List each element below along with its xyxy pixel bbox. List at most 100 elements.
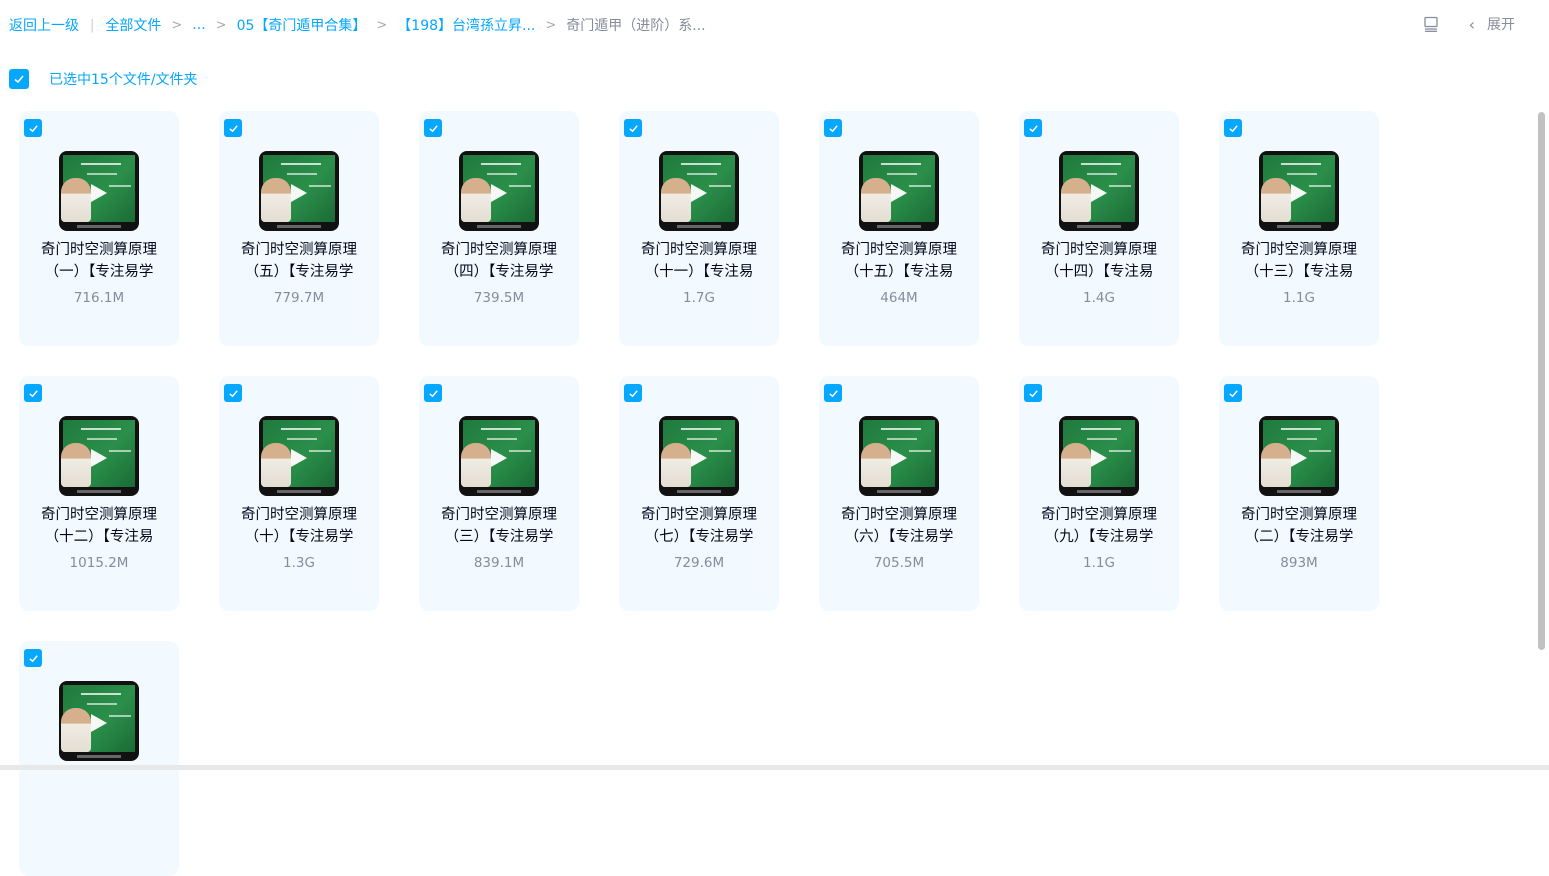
select-all-checkbox[interactable] [9, 69, 29, 89]
file-name[interactable]: 奇门时空测算原理（十五）【专注易 [819, 239, 979, 283]
file-name[interactable]: 奇门时空测算原理（十三）【专注易 [1219, 239, 1379, 283]
video-thumbnail[interactable] [1059, 151, 1139, 231]
file-name-line-1: 奇门时空测算原理 [1019, 504, 1179, 526]
file-card[interactable]: 奇门时空测算原理（七）【专注易学729.6M [619, 376, 779, 611]
checkmark-icon [628, 123, 639, 134]
file-size: 839.1M [419, 555, 579, 571]
file-card[interactable]: 奇门时空测算原理（十二）【专注易 1015.2M [19, 376, 179, 611]
file-size: 705.5M [819, 555, 979, 571]
breadcrumb-separator-icon: > [376, 18, 387, 33]
file-name[interactable]: 奇门时空测算原理（七）【专注易学 [619, 504, 779, 548]
file-checkbox[interactable] [24, 119, 42, 137]
file-checkbox[interactable] [424, 384, 442, 402]
file-card[interactable]: 奇门时空测算原理（十四）【专注易1.4G [1019, 111, 1179, 346]
caption-bar [277, 225, 321, 228]
video-thumbnail[interactable] [459, 416, 539, 496]
file-checkbox[interactable] [1224, 119, 1242, 137]
lecturer-figure [461, 443, 491, 487]
expand-button[interactable]: 展开 [1487, 14, 1515, 34]
chalk-stroke [487, 173, 517, 175]
breadcrumb-level-1[interactable]: 05【奇门遁甲合集】 [237, 15, 367, 35]
file-name-line-1: 奇门时空测算原理 [1219, 504, 1379, 526]
play-icon [491, 184, 507, 202]
file-name[interactable]: 奇门时空测算原理（四）【专注易学 [419, 239, 579, 283]
file-checkbox[interactable] [1024, 119, 1042, 137]
play-icon [91, 714, 107, 732]
breadcrumb-all-files[interactable]: 全部文件 [105, 15, 161, 35]
video-thumbnail[interactable] [1259, 151, 1339, 231]
file-checkbox[interactable] [624, 384, 642, 402]
video-thumbnail[interactable] [59, 416, 139, 496]
play-icon [1291, 184, 1307, 202]
file-name[interactable] [19, 769, 179, 813]
file-checkbox[interactable] [224, 119, 242, 137]
file-name-line-2: （七）【专注易学 [619, 526, 779, 548]
file-card[interactable]: 奇门时空测算原理（十一）【专注易1.7G [619, 111, 779, 346]
chevron-left-icon[interactable]: ‹ [1469, 15, 1475, 34]
file-card[interactable]: 奇门时空测算原理（十五）【专注易464M [819, 111, 979, 346]
video-thumbnail[interactable] [1059, 416, 1139, 496]
file-checkbox[interactable] [824, 384, 842, 402]
checkmark-icon [228, 388, 239, 399]
file-card[interactable]: 奇门时空测算原理（十三）【专注易1.1G [1219, 111, 1379, 346]
file-name[interactable]: 奇门时空测算原理（九）【专注易学 [1019, 504, 1179, 548]
chalk-stroke [81, 428, 121, 430]
file-checkbox[interactable] [24, 649, 42, 667]
caption-bar [1277, 225, 1321, 228]
file-name[interactable]: 奇门时空测算原理（六）【专注易学 [819, 504, 979, 548]
file-name-line-1: 奇门时空测算原理 [619, 239, 779, 261]
video-thumbnail[interactable] [859, 151, 939, 231]
file-checkbox[interactable] [1024, 384, 1042, 402]
horizontal-scrollbar[interactable] [0, 765, 1549, 770]
file-card[interactable]: 奇门时空测算原理（二）【专注易学893M [1219, 376, 1379, 611]
list-view-icon[interactable] [1423, 16, 1439, 32]
file-card[interactable]: 奇门时空测算原理（十）【专注易学1.3G [219, 376, 379, 611]
file-name[interactable]: 奇门时空测算原理（三）【专注易学 [419, 504, 579, 548]
file-name[interactable]: 奇门时空测算原理（十一）【专注易 [619, 239, 779, 283]
file-card[interactable]: 奇门时空测算原理（六）【专注易学 705.5M [819, 376, 979, 611]
video-thumbnail[interactable] [59, 681, 139, 761]
file-size: 1015.2M [19, 555, 179, 571]
breadcrumb: 返回上一级 | 全部文件 > ... > 05【奇门遁甲合集】 > 【198】台… [9, 15, 706, 35]
file-name-line-1: 奇门时空测算原理 [1019, 239, 1179, 261]
file-name[interactable]: 奇门时空测算原理（一）【专注易学 [19, 239, 179, 283]
chalk-stroke [109, 185, 131, 187]
caption-bar [877, 490, 921, 493]
checkmark-icon [828, 388, 839, 399]
file-checkbox[interactable] [824, 119, 842, 137]
lecturer-figure [261, 443, 291, 487]
file-name-line-2: （三）【专注易学 [419, 526, 579, 548]
breadcrumb-ellipsis[interactable]: ... [192, 17, 205, 33]
file-name[interactable]: 奇门时空测算原理（十）【专注易学 [219, 504, 379, 548]
file-name[interactable]: 奇门时空测算原理（二）【专注易学 [1219, 504, 1379, 548]
file-name-line-1: 奇门时空测算原理 [219, 239, 379, 261]
file-checkbox[interactable] [424, 119, 442, 137]
file-name[interactable]: 奇门时空测算原理（十二）【专注易 [19, 504, 179, 548]
file-card[interactable]: 奇门时空测算原理（三）【专注易学 839.1M [419, 376, 579, 611]
video-thumbnail[interactable] [1259, 416, 1339, 496]
file-card[interactable]: 奇门时空测算原理（九）【专注易学1.1G [1019, 376, 1179, 611]
chalk-stroke [287, 438, 317, 440]
back-link[interactable]: 返回上一级 [9, 15, 79, 35]
file-checkbox[interactable] [24, 384, 42, 402]
video-thumbnail[interactable] [859, 416, 939, 496]
file-name[interactable]: 奇门时空测算原理（五）【专注易学 [219, 239, 379, 283]
file-card[interactable]: 奇门时空测算原理（一）【专注易学716.1M [19, 111, 179, 346]
video-thumbnail[interactable] [259, 416, 339, 496]
file-card[interactable] [19, 641, 179, 876]
video-thumbnail[interactable] [659, 416, 739, 496]
file-checkbox[interactable] [224, 384, 242, 402]
video-thumbnail[interactable] [259, 151, 339, 231]
file-checkbox[interactable] [624, 119, 642, 137]
breadcrumb-level-2[interactable]: 【198】台湾孫立昇... [397, 15, 535, 35]
video-thumbnail[interactable] [459, 151, 539, 231]
video-thumbnail[interactable] [59, 151, 139, 231]
file-name[interactable]: 奇门时空测算原理（十四）【专注易 [1019, 239, 1179, 283]
scrollbar-thumb[interactable] [1538, 112, 1545, 650]
video-thumbnail[interactable] [659, 151, 739, 231]
file-checkbox[interactable] [1224, 384, 1242, 402]
breadcrumb-separator-icon: > [171, 18, 182, 33]
file-card[interactable]: 奇门时空测算原理（五）【专注易学779.7M [219, 111, 379, 346]
file-name-line-2: （十）【专注易学 [219, 526, 379, 548]
file-card[interactable]: 奇门时空测算原理（四）【专注易学739.5M [419, 111, 579, 346]
